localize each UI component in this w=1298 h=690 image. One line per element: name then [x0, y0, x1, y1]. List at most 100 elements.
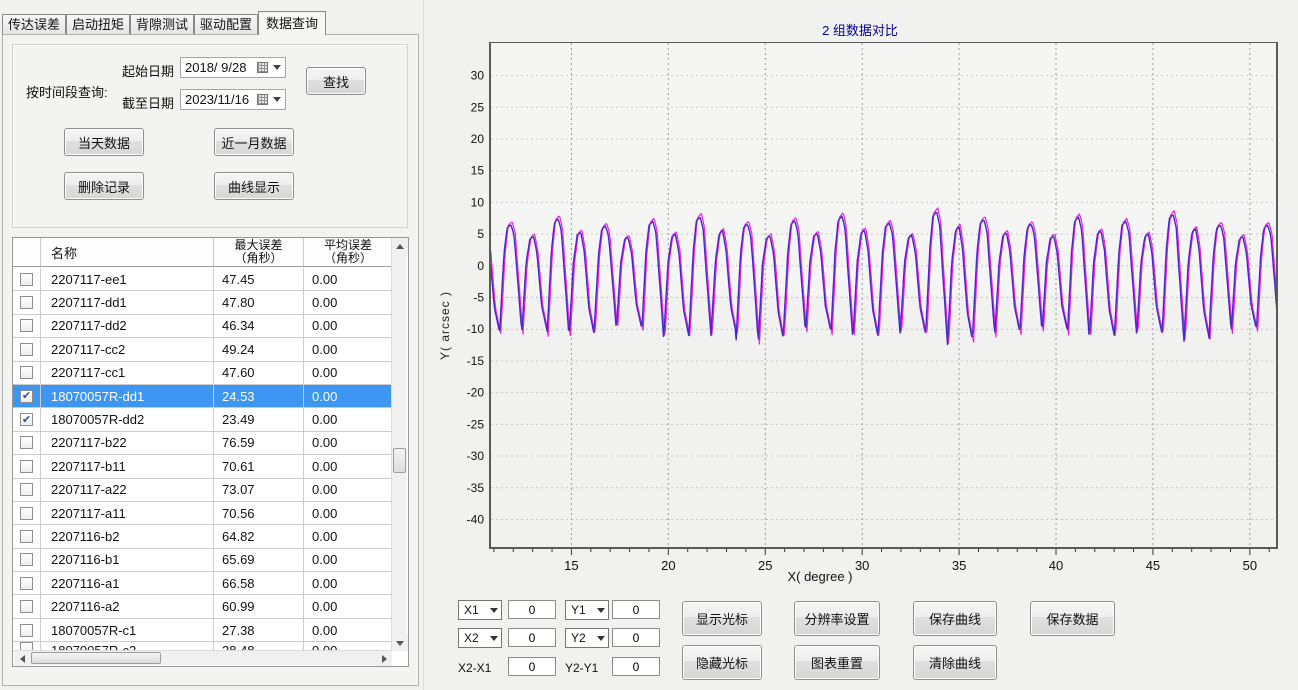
- start-date-picker[interactable]: 2018/ 9/28: [180, 57, 286, 78]
- row-name: 2207116-a2: [41, 595, 214, 617]
- hide-cursor-button[interactable]: 隐藏光标: [682, 645, 762, 680]
- table-row[interactable]: 2207117-dd2 46.34 0.00: [13, 315, 392, 338]
- svg-text:-5: -5: [473, 291, 484, 305]
- scroll-down-button[interactable]: [392, 635, 408, 651]
- table-row[interactable]: 2207117-a11 70.56 0.00: [13, 502, 392, 525]
- dx-value-input[interactable]: [508, 657, 556, 676]
- row-max-error: 65.69: [214, 549, 304, 571]
- chevron-down-icon[interactable]: [273, 97, 281, 102]
- comparison-chart[interactable]: 302520151050-5-10-15-20-25-30-35-4015202…: [450, 42, 1288, 577]
- y2-label: Y2: [571, 631, 586, 645]
- row-name: 18070057R-dd2: [41, 408, 214, 430]
- search-button[interactable]: 查找: [306, 67, 366, 95]
- table-row[interactable]: 2207117-cc2 49.24 0.00: [13, 338, 392, 361]
- end-date-picker[interactable]: 2023/11/16: [180, 89, 286, 110]
- row-name: 2207117-dd2: [41, 315, 214, 337]
- row-checkbox[interactable]: [20, 273, 33, 286]
- tab-backlash-test[interactable]: 背隙测试: [130, 14, 194, 35]
- x2-value-input[interactable]: [508, 628, 556, 647]
- x2-cursor-select[interactable]: X2: [458, 628, 502, 648]
- row-checkbox[interactable]: [20, 296, 33, 309]
- vertical-scrollbar-thumb[interactable]: [393, 448, 406, 473]
- row-checkbox[interactable]: [20, 553, 33, 566]
- clear-curve-button[interactable]: 清除曲线: [913, 645, 997, 680]
- x1-cursor-select[interactable]: X1: [458, 600, 502, 620]
- row-checkbox[interactable]: [20, 507, 33, 520]
- table-row[interactable]: 18070057R-dd2 23.49 0.00: [13, 408, 392, 431]
- save-curve-button[interactable]: 保存曲线: [913, 601, 997, 636]
- header-max-error[interactable]: 最大误差 （角秒）: [214, 238, 304, 266]
- tab-start-torque[interactable]: 启动扭矩: [66, 14, 130, 35]
- arrow-up-icon: [396, 244, 404, 249]
- header-avg-error[interactable]: 平均误差 （角秒）: [304, 238, 392, 266]
- table-row[interactable]: 2207117-ee1 47.45 0.00: [13, 268, 392, 291]
- table-row[interactable]: 2207117-dd1 47.80 0.00: [13, 291, 392, 314]
- table-row[interactable]: 2207117-b11 70.61 0.00: [13, 455, 392, 478]
- row-max-error: 47.60: [214, 362, 304, 384]
- row-name: 2207117-cc2: [41, 338, 214, 360]
- table-row[interactable]: 18070057R-dd1 24.53 0.00: [13, 385, 392, 408]
- x1-value-input[interactable]: [508, 600, 556, 619]
- x-axis-label: X( degree ): [490, 569, 1150, 584]
- row-checkbox[interactable]: [20, 600, 33, 613]
- table-row[interactable]: 2207117-a22 73.07 0.00: [13, 479, 392, 502]
- row-checkbox[interactable]: [20, 460, 33, 473]
- start-date-value: 2018/ 9/28: [185, 60, 246, 75]
- row-name: 2207117-ee1: [41, 268, 214, 290]
- table-row[interactable]: 2207116-b2 64.82 0.00: [13, 525, 392, 548]
- row-max-error: 24.53: [214, 385, 304, 407]
- y2-cursor-select[interactable]: Y2: [565, 628, 609, 648]
- vertical-scrollbar[interactable]: [391, 238, 407, 651]
- row-name: 2207117-a11: [41, 502, 214, 524]
- header-name[interactable]: 名称: [41, 238, 214, 266]
- table-row[interactable]: 2207117-cc1 47.60 0.00: [13, 362, 392, 385]
- show-cursor-button[interactable]: 显示光标: [682, 601, 762, 636]
- row-avg-error: 0.00: [304, 479, 392, 501]
- tab-drive-config[interactable]: 驱动配置: [194, 14, 258, 35]
- today-data-button[interactable]: 当天数据: [64, 128, 144, 156]
- resolution-settings-button[interactable]: 分辨率设置: [794, 601, 880, 636]
- curve-display-button[interactable]: 曲线显示: [214, 172, 294, 200]
- y2-value-input[interactable]: [612, 628, 660, 647]
- row-checkbox[interactable]: [20, 530, 33, 543]
- y1-cursor-select[interactable]: Y1: [565, 600, 609, 620]
- tab-transmission-error[interactable]: 传达误差: [2, 14, 66, 35]
- chevron-down-icon[interactable]: [273, 65, 281, 70]
- dy-value-input[interactable]: [612, 657, 660, 676]
- row-avg-error: 0.00: [304, 338, 392, 360]
- row-max-error: 23.49: [214, 408, 304, 430]
- table-row[interactable]: 18070057R-c1 27.38 0.00: [13, 619, 392, 642]
- scroll-right-button[interactable]: [376, 651, 392, 666]
- row-checkbox[interactable]: [20, 483, 33, 496]
- chart-reset-button[interactable]: 图表重置: [794, 645, 880, 680]
- row-checkbox[interactable]: [20, 343, 33, 356]
- scroll-up-button[interactable]: [392, 238, 408, 254]
- row-checkbox[interactable]: [20, 366, 33, 379]
- save-data-button[interactable]: 保存数据: [1030, 601, 1115, 636]
- horizontal-scrollbar-thumb[interactable]: [31, 652, 161, 664]
- table-row[interactable]: 2207116-b1 65.69 0.00: [13, 549, 392, 572]
- scroll-left-button[interactable]: [14, 651, 30, 666]
- row-checkbox[interactable]: [20, 390, 33, 403]
- horizontal-scrollbar[interactable]: [14, 650, 392, 665]
- tab-data-query[interactable]: 数据查询: [258, 11, 326, 35]
- table-row[interactable]: 2207117-b22 76.59 0.00: [13, 432, 392, 455]
- svg-text:-15: -15: [467, 354, 485, 368]
- chevron-down-icon: [490, 636, 498, 641]
- y1-value-input[interactable]: [612, 600, 660, 619]
- row-max-error: 70.61: [214, 455, 304, 477]
- row-name: 2207117-a22: [41, 479, 214, 501]
- row-name: 18070057R-c1: [41, 619, 214, 641]
- row-checkbox[interactable]: [20, 577, 33, 590]
- svg-text:5: 5: [477, 227, 484, 241]
- row-name: 2207117-b22: [41, 432, 214, 454]
- row-checkbox[interactable]: [20, 319, 33, 332]
- table-row[interactable]: 2207116-a1 66.58 0.00: [13, 572, 392, 595]
- delete-record-button[interactable]: 删除记录: [64, 172, 144, 200]
- row-checkbox[interactable]: [20, 436, 33, 449]
- row-checkbox[interactable]: [20, 624, 33, 637]
- last-month-data-button[interactable]: 近一月数据: [214, 128, 294, 156]
- table-row[interactable]: 2207116-a2 60.99 0.00: [13, 595, 392, 618]
- row-checkbox[interactable]: [20, 413, 33, 426]
- row-max-error: 49.24: [214, 338, 304, 360]
